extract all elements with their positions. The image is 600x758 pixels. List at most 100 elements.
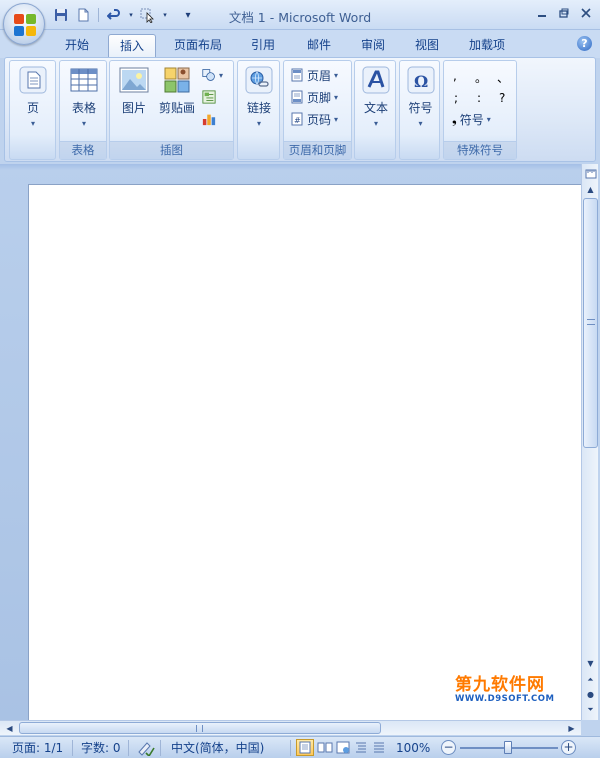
special-symbol-semicolon[interactable]: ; bbox=[454, 91, 458, 105]
language-indicator[interactable]: 中文(简体，中国) bbox=[171, 740, 264, 756]
page-number-button[interactable]: # 页码 ▾ bbox=[290, 109, 338, 129]
svg-text:#: # bbox=[294, 116, 301, 125]
office-button[interactable] bbox=[3, 3, 45, 45]
text-button[interactable]: 文本 ▾ bbox=[357, 65, 395, 128]
vertical-scrollbar[interactable]: ▲ ▼ ⏶ ● ⏷ bbox=[581, 164, 598, 720]
scroll-up-icon[interactable]: ▲ bbox=[583, 182, 598, 197]
links-dropdown-icon: ▾ bbox=[256, 119, 261, 128]
view-ruler-icon[interactable] bbox=[583, 166, 598, 181]
status-separator bbox=[160, 740, 161, 756]
document-page[interactable] bbox=[28, 184, 581, 720]
picture-button[interactable]: 图片 bbox=[114, 65, 154, 116]
text-box-icon bbox=[361, 65, 391, 95]
special-symbol-colon[interactable]: : bbox=[477, 91, 481, 105]
special-symbol-comma[interactable]: , bbox=[453, 69, 457, 83]
zoom-in-icon[interactable]: + bbox=[561, 740, 576, 755]
chart-icon bbox=[202, 114, 216, 126]
tab-mailings[interactable]: 邮件 bbox=[296, 34, 342, 58]
links-button[interactable]: 链接 ▾ bbox=[240, 65, 278, 128]
zoom-level[interactable]: 100% bbox=[396, 740, 430, 756]
text-label: 文本 bbox=[363, 101, 388, 115]
special-symbol-more-button[interactable]: ❟ 符号 ▾ bbox=[452, 109, 491, 129]
tab-home[interactable]: 开始 bbox=[54, 34, 100, 58]
shapes-dropdown-icon: ▾ bbox=[219, 70, 224, 80]
restore-icon[interactable] bbox=[554, 4, 574, 22]
draft-view-icon[interactable] bbox=[370, 739, 388, 756]
scroll-down-icon[interactable]: ▼ bbox=[583, 656, 598, 671]
close-icon[interactable] bbox=[576, 4, 596, 22]
horizontal-scroll-grip bbox=[196, 725, 203, 732]
omega-icon: Ω bbox=[406, 65, 436, 95]
group-label-tables: 表格 bbox=[60, 141, 106, 159]
tab-page-layout[interactable]: 页面布局 bbox=[165, 34, 231, 58]
status-separator bbox=[72, 740, 73, 756]
symbols-label: 符号 bbox=[408, 101, 433, 115]
word-count[interactable]: 字数: 0 bbox=[81, 740, 121, 756]
tab-insert[interactable]: 插入 bbox=[108, 34, 156, 58]
group-header-footer: 页眉 ▾ 页脚 ▾ # 页码 ▾ 页眉和页脚 bbox=[283, 60, 352, 160]
outline-view-icon[interactable] bbox=[352, 739, 370, 756]
smartart-button[interactable] bbox=[202, 87, 216, 107]
previous-page-icon[interactable]: ⏶ bbox=[583, 672, 598, 687]
picture-label: 图片 bbox=[121, 101, 146, 115]
select-browse-object-icon[interactable]: ● bbox=[583, 687, 598, 702]
special-symbol-quote: ❟ bbox=[452, 111, 457, 126]
group-tables: 表格 ▾ 表格 bbox=[59, 60, 107, 160]
watermark-url: WWW.D9SOFT.COM bbox=[455, 694, 555, 704]
page-icon bbox=[18, 65, 48, 95]
zoom-slider-thumb[interactable] bbox=[504, 741, 512, 754]
window-controls bbox=[532, 4, 596, 22]
header-icon bbox=[291, 68, 303, 82]
help-icon[interactable]: ? bbox=[577, 36, 592, 51]
proofing-icon[interactable] bbox=[137, 740, 155, 758]
smartart-icon bbox=[202, 90, 216, 104]
special-symbol-period[interactable]: 。 bbox=[475, 69, 487, 86]
chart-button[interactable] bbox=[202, 109, 216, 129]
tab-review[interactable]: 审阅 bbox=[350, 34, 396, 58]
group-special-symbols: , 。 、 ; : ? ❟ 符号 ▾ 特殊符号 bbox=[443, 60, 517, 160]
zoom-out-icon[interactable]: − bbox=[441, 740, 456, 755]
table-button[interactable]: 表格 ▾ bbox=[64, 65, 104, 128]
symbols-button[interactable]: Ω 符号 ▾ bbox=[402, 65, 439, 128]
special-symbol-enumeration-comma[interactable]: 、 bbox=[497, 69, 509, 86]
picture-icon bbox=[119, 65, 149, 95]
watermark-main-text: 第九软件网 bbox=[455, 675, 545, 695]
next-page-icon[interactable]: ⏷ bbox=[583, 702, 598, 717]
document-area bbox=[0, 164, 581, 720]
full-screen-reading-view-icon[interactable] bbox=[316, 739, 334, 756]
pages-button[interactable]: 页 ▾ bbox=[16, 65, 50, 128]
vertical-scroll-thumb[interactable] bbox=[583, 198, 598, 448]
ribbon: 页 ▾ 表格 ▾ 表格 图片 剪贴画 ▾ 插图 链接 ▾ 页眉 ▾ 页脚 ▾ #… bbox=[4, 57, 596, 162]
status-bar: 页面: 1/1 字数: 0 中文(简体，中国) 100% − + bbox=[0, 736, 600, 758]
office-logo-icon bbox=[14, 14, 36, 36]
pages-label: 页 bbox=[26, 101, 39, 115]
tab-add-ins[interactable]: 加载项 bbox=[458, 34, 516, 58]
special-symbol-question[interactable]: ? bbox=[499, 91, 505, 105]
scroll-left-icon[interactable]: ◀ bbox=[2, 721, 17, 736]
svg-text:Ω: Ω bbox=[414, 72, 428, 91]
horizontal-scroll-thumb[interactable] bbox=[19, 722, 381, 734]
table-dropdown-icon: ▾ bbox=[81, 119, 86, 128]
shapes-button[interactable]: ▾ bbox=[202, 65, 223, 85]
print-layout-view-icon[interactable] bbox=[296, 739, 314, 756]
site-watermark: 第九软件网 WWW.D9SOFT.COM bbox=[455, 676, 555, 706]
pages-dropdown-icon: ▾ bbox=[30, 119, 35, 128]
group-label-header-footer: 页眉和页脚 bbox=[284, 141, 351, 159]
footer-button[interactable]: 页脚 ▾ bbox=[290, 87, 338, 107]
link-icon bbox=[244, 65, 274, 95]
scroll-right-icon[interactable]: ▶ bbox=[564, 721, 579, 736]
group-links: 链接 ▾ bbox=[237, 60, 280, 160]
header-label: 页眉 bbox=[307, 68, 332, 83]
group-pages: 页 ▾ bbox=[9, 60, 56, 160]
special-symbol-dropdown-icon: ▾ bbox=[486, 114, 491, 124]
web-layout-view-icon[interactable] bbox=[334, 739, 352, 756]
page-count[interactable]: 页面: 1/1 bbox=[12, 740, 63, 756]
tab-view[interactable]: 视图 bbox=[404, 34, 450, 58]
header-button[interactable]: 页眉 ▾ bbox=[290, 65, 338, 85]
horizontal-scrollbar[interactable]: ◀ ▶ bbox=[0, 720, 581, 735]
zoom-slider[interactable] bbox=[460, 741, 558, 754]
footer-label: 页脚 bbox=[307, 90, 332, 105]
tab-references[interactable]: 引用 bbox=[240, 34, 286, 58]
minimize-icon[interactable] bbox=[532, 4, 552, 22]
clipart-button[interactable]: 剪贴画 bbox=[156, 65, 198, 116]
